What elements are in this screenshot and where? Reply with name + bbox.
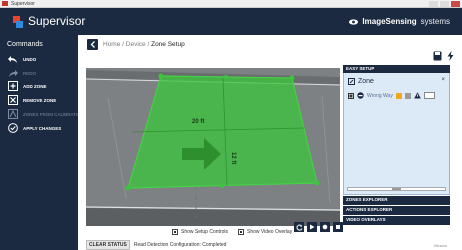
version-label: Version	[433, 243, 447, 248]
show-video-overlay-label: Show Video Overlay	[246, 229, 293, 235]
stop-icon	[336, 225, 340, 229]
sidebar-title: Commands	[7, 41, 43, 48]
horizontal-scrollbar[interactable]	[347, 187, 446, 191]
remove-zone-label: REMOVE ZONE	[23, 97, 57, 103]
close-icon[interactable]: ×	[441, 77, 445, 83]
lightning-icon[interactable]	[447, 51, 454, 61]
breadcrumb-home[interactable]: Home	[103, 41, 120, 48]
zone-icon	[348, 78, 355, 85]
refresh-icon	[296, 223, 302, 231]
redo-icon	[8, 68, 18, 78]
maximize-button[interactable]	[440, 1, 449, 7]
undo-label: UNDO	[23, 56, 37, 62]
zone-title: Zone	[358, 78, 374, 85]
right-panel: EASY SETUP Zone × Wrong Way ZONES EXPLOR…	[343, 65, 450, 225]
window-controls	[429, 1, 460, 7]
supervisor-logo-icon	[13, 16, 23, 28]
wrong-way-icon	[357, 92, 364, 99]
redo-label: REDO	[23, 70, 37, 76]
checkbox-box	[172, 229, 178, 235]
zone-dropdown[interactable]	[423, 92, 435, 99]
window-title: Supervisor	[11, 1, 35, 7]
warning-icon	[414, 92, 421, 99]
record-button[interactable]	[320, 222, 330, 232]
zones-explorer-header[interactable]: ZONES EXPLORER	[343, 196, 450, 205]
remove-zone-icon	[8, 95, 18, 105]
os-title-bar: Supervisor	[0, 0, 462, 8]
video-feed[interactable]: 20 ft 12 ft	[86, 68, 340, 226]
status-message: Read Detection Configuration: Completed	[133, 242, 227, 248]
check-circle-icon	[8, 123, 18, 133]
play-button[interactable]	[307, 222, 317, 232]
calibration-icon	[8, 109, 18, 119]
undo-button[interactable]: UNDO	[8, 54, 36, 64]
show-setup-controls-checkbox[interactable]: Show Setup Controls	[172, 229, 228, 235]
add-zone-button[interactable]: ADD ZONE	[8, 81, 47, 91]
stop-button[interactable]	[333, 222, 343, 232]
zone-header: Zone	[348, 78, 374, 85]
undo-icon	[8, 54, 18, 64]
breadcrumb-device[interactable]: Device	[126, 41, 146, 48]
add-zone-label: ADD ZONE	[23, 83, 47, 89]
lane-width-label: 12 ft	[230, 152, 236, 165]
show-video-overlay-checkbox[interactable]: Show Video Overlay	[237, 229, 293, 235]
checkbox-box	[237, 229, 244, 235]
zones-from-calibration-button[interactable]: ZONES FROM CALIBRATION	[8, 109, 84, 119]
close-window-button[interactable]	[451, 1, 460, 7]
video-controls	[294, 222, 343, 232]
brand-suffix: systems	[420, 17, 450, 26]
zones-from-calibration-label: ZONES FROM CALIBRATION	[23, 111, 84, 117]
app-window-icon	[2, 1, 8, 6]
record-icon	[322, 224, 328, 230]
zone-select-checkbox[interactable]	[348, 92, 354, 99]
refresh-button[interactable]	[294, 222, 304, 232]
play-icon	[310, 224, 315, 230]
zone-overlay[interactable]	[86, 68, 340, 226]
breadcrumb: Home / Device / Zone Setup	[103, 41, 185, 48]
zone-settings-icon[interactable]	[404, 92, 411, 99]
app-title: Supervisor	[28, 14, 86, 28]
brand: ImageSensing systems	[349, 17, 450, 26]
zone-type-label: Wrong Way	[367, 92, 393, 99]
breadcrumb-current: Zone Setup	[151, 41, 185, 48]
easy-setup-body: Zone × Wrong Way	[343, 73, 450, 195]
zone-row[interactable]: Wrong Way	[348, 92, 435, 99]
easy-setup-header[interactable]: EASY SETUP	[343, 65, 450, 73]
redo-button[interactable]: REDO	[8, 68, 36, 78]
zone-color-swatch[interactable]	[395, 92, 402, 99]
chevron-left-icon	[90, 41, 95, 48]
remove-zone-button[interactable]: REMOVE ZONE	[8, 95, 56, 105]
actions-explorer-header[interactable]: ACTIONS EXPLORER	[343, 206, 450, 215]
add-zone-icon	[8, 81, 18, 91]
main-content: Home / Device / Zone Setup 20 ft 12 ft S…	[78, 35, 462, 250]
status-bar: CLEAR STATUS Read Detection Configuratio…	[86, 240, 226, 250]
overlay-options: Show Setup Controls Show Video Overlay	[172, 229, 292, 235]
clear-status-button[interactable]: CLEAR STATUS	[86, 240, 130, 250]
brand-name: ImageSensing	[362, 17, 417, 26]
commands-sidebar: Commands UNDO REDO ADD ZONE REMOVE ZONE …	[0, 35, 84, 250]
apply-changes-label: APPLY CHANGES	[23, 125, 62, 131]
minimize-button[interactable]	[429, 1, 438, 7]
eye-logo-icon	[349, 18, 359, 25]
back-button[interactable]	[87, 39, 98, 50]
app-header: Supervisor ImageSensing systems	[0, 8, 462, 35]
show-setup-controls-label: Show Setup Controls	[181, 229, 228, 235]
video-overlays-header[interactable]: VIDEO OVERLAYS	[343, 216, 450, 225]
distance-label: 20 ft	[192, 119, 205, 125]
scrollbar-thumb[interactable]	[391, 188, 402, 190]
save-icon[interactable]	[433, 51, 442, 61]
panel-toolbar	[433, 51, 454, 61]
apply-changes-button[interactable]: APPLY CHANGES	[8, 123, 61, 133]
